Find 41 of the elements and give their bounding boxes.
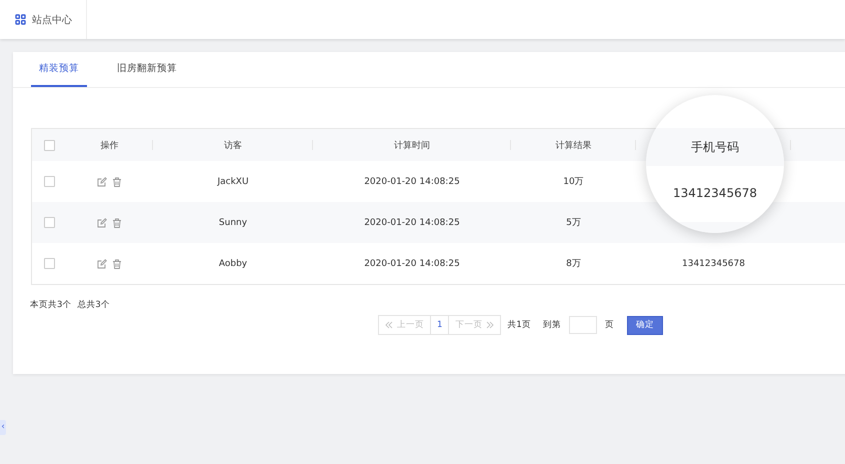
trash-icon[interactable] (112, 176, 122, 186)
page-input[interactable] (568, 316, 597, 334)
page-count: 本页共3个 (30, 299, 72, 311)
trash-icon[interactable] (112, 258, 122, 268)
trash-icon[interactable] (112, 218, 122, 228)
double-right-icon (486, 321, 494, 329)
checkbox[interactable] (44, 176, 54, 187)
confirm-button[interactable]: 确定 (626, 316, 663, 334)
table-cell: Sunny (218, 218, 248, 228)
checkbox[interactable] (44, 258, 54, 269)
grid-icon (15, 14, 26, 25)
checkbox[interactable] (44, 217, 54, 228)
total-count: 总共3个 (77, 299, 110, 311)
column-header: 计算结果 (556, 140, 592, 152)
table-cell: 2020-01-20 14:08:25 (364, 258, 460, 268)
checkbox[interactable] (44, 140, 54, 150)
collapse-toggle[interactable]: ‹ (0, 420, 6, 435)
table-cell: 2020-01-20 14:08:25 (364, 218, 460, 228)
table-cell-text: 13412345678 (672, 186, 758, 200)
page-number[interactable]: 1 (431, 316, 450, 334)
table-cell-text: 8万 (566, 258, 581, 270)
column-header: 手机号码 (690, 139, 740, 156)
edit-icon[interactable] (97, 218, 107, 228)
tab[interactable]: 精装预算 (31, 52, 87, 87)
page-unit: 页 (604, 319, 614, 331)
column-header: 访客 (224, 140, 242, 152)
column-header: 操作 (100, 140, 118, 152)
edit-icon[interactable] (97, 258, 107, 268)
total-pages: 共1页 (507, 319, 531, 331)
table-cell: JackXU (217, 176, 249, 186)
table-cell: Aobby (218, 258, 248, 268)
table-cell: 2020-01-20 14:08:25 (364, 176, 460, 186)
goto-label: 到第 (542, 319, 561, 331)
site-center-link[interactable]: 站点中心 (0, 0, 87, 39)
table-cell-text: 5万 (566, 217, 581, 229)
tab[interactable]: 旧房翻新预算 (99, 52, 195, 87)
table-cell-text: 10万 (563, 176, 584, 188)
edit-icon[interactable] (97, 176, 107, 186)
column-header: 计算时间 (394, 140, 430, 152)
double-left-icon (385, 321, 393, 329)
table-cell: 13412345678 (682, 258, 745, 268)
